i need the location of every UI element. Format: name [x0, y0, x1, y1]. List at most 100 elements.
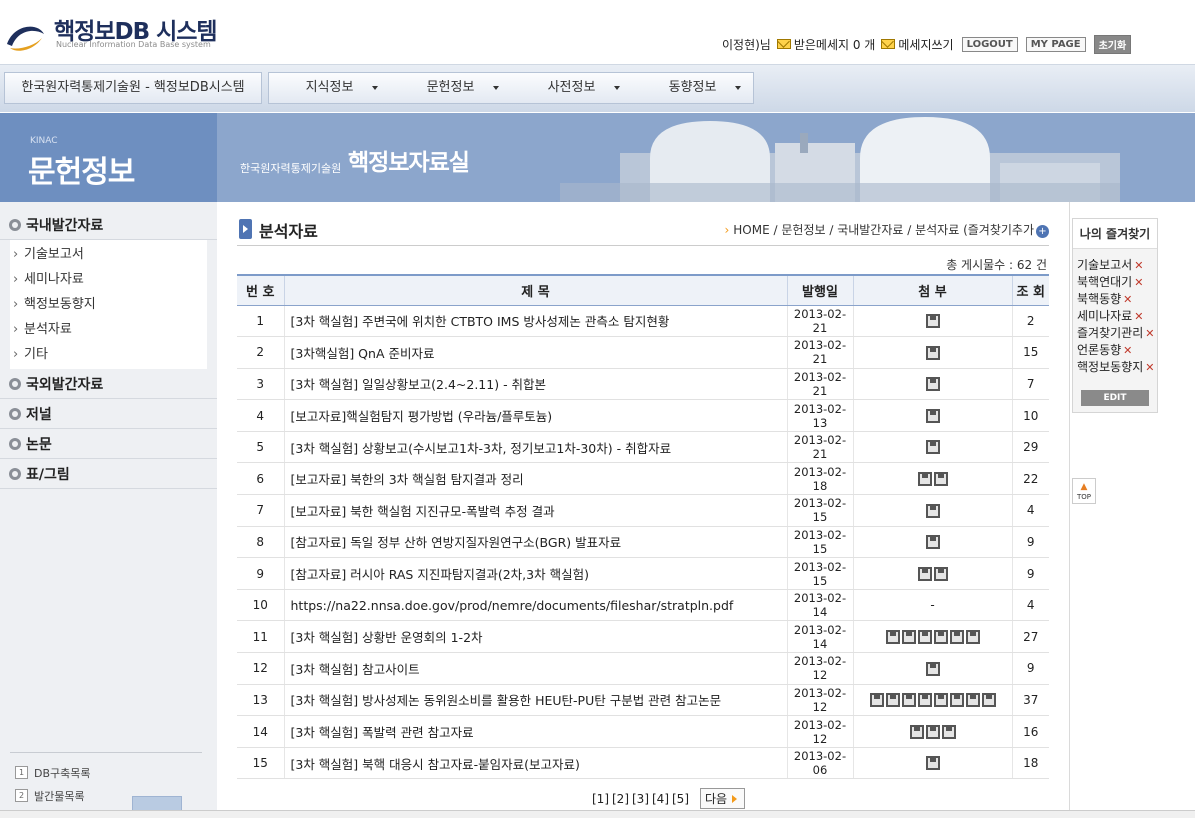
- floppy-disk-icon[interactable]: [965, 629, 980, 644]
- floppy-disk-icon[interactable]: [869, 693, 884, 708]
- write-message-link[interactable]: 메세지쓰기: [898, 36, 953, 53]
- mypage-button[interactable]: MY PAGE: [1025, 36, 1086, 52]
- floppy-disk-icon[interactable]: [925, 377, 940, 392]
- floppy-disk-icon[interactable]: [917, 693, 932, 708]
- row-title[interactable]: [3차 핵실험] 폭발력 관련 참고자료: [283, 715, 787, 748]
- menu-knowledge[interactable]: 지식정보: [269, 73, 390, 103]
- table-row[interactable]: 14 [3차 핵실험] 폭발력 관련 참고자료 2013-02-12 16: [237, 715, 1049, 748]
- table-row[interactable]: 12 [3차 핵실험] 참고사이트 2013-02-12 9: [237, 652, 1049, 685]
- favorite-item[interactable]: 즐겨찾기관리 ✕: [1077, 325, 1155, 342]
- site-name[interactable]: 한국원자력통제기술원 - 핵정보DB시스템: [4, 72, 262, 104]
- table-row[interactable]: 11 [3차 핵실험] 상황반 운영회의 1-2차 2013-02-14 27: [237, 620, 1049, 654]
- table-row[interactable]: 9 [참고자료] 러시아 RAS 지진파탐지결과(2차,3차 핵실험) 2013-0…: [237, 557, 1049, 590]
- delete-icon[interactable]: ✕: [1145, 327, 1154, 340]
- menu-dictionary[interactable]: 사전정보: [511, 73, 632, 103]
- floppy-disk-icon[interactable]: [981, 693, 996, 708]
- menu-trends[interactable]: 동향정보: [632, 73, 753, 103]
- favorite-item[interactable]: 북핵동향 ✕: [1077, 291, 1155, 308]
- floppy-disk-icon[interactable]: [901, 629, 916, 644]
- row-title[interactable]: [보고자료] 북한의 3차 핵실험 탐지결과 정리: [283, 462, 787, 496]
- favorite-item[interactable]: 세미나자료 ✕: [1077, 308, 1155, 325]
- floppy-disk-icon[interactable]: [949, 693, 964, 708]
- db-list-link[interactable]: 1 DB구축목록: [10, 761, 202, 784]
- logout-button[interactable]: LOGOUT: [961, 36, 1018, 52]
- floppy-disk-icon[interactable]: [925, 440, 940, 455]
- received-messages-link[interactable]: 받은메세지 0 개: [794, 36, 876, 53]
- row-attachments[interactable]: [852, 305, 1012, 338]
- row-title[interactable]: [보고자료] 북한 핵실험 지진규모-폭발력 추정 결과: [283, 494, 787, 527]
- page-link[interactable]: [2]: [612, 792, 629, 806]
- row-title[interactable]: [참고자료] 독일 정부 산하 연방지질자원연구소(BGR) 발표자료: [283, 526, 787, 559]
- category-figure[interactable]: 표/그림: [0, 459, 217, 489]
- table-row[interactable]: 7 [보고자료] 북한 핵실험 지진규모-폭발력 추정 결과 2013-02-15 4: [237, 494, 1049, 527]
- add-favorite-icon[interactable]: +: [1036, 225, 1049, 238]
- table-row[interactable]: 4 [보고자료]핵실험탐지 평가방법 (우라늄/플루토늄) 2013-02-13 10: [237, 399, 1049, 432]
- floppy-disk-icon[interactable]: [933, 566, 948, 581]
- table-row[interactable]: 3 [3차 핵실험] 일일상황보고(2.4~2.11) - 취합본 2013-02-…: [237, 368, 1049, 401]
- floppy-disk-icon[interactable]: [925, 724, 940, 739]
- row-title[interactable]: [3차 핵실험] 상황보고(수시보고1차-3차, 정기보고1차-30차) - 취…: [283, 431, 787, 464]
- table-row[interactable]: 8 [참고자료] 독일 정부 산하 연방지질자원연구소(BGR) 발표자료 2013…: [237, 526, 1049, 559]
- table-row[interactable]: 13 [3차 핵실험] 방사성제논 동위원소비를 활용한 HEU탄-PU탄 구분법…: [237, 684, 1049, 717]
- floppy-disk-icon[interactable]: [941, 724, 956, 739]
- menu-literature[interactable]: 문헌정보: [390, 73, 511, 103]
- category-foreign[interactable]: 국외발간자료: [0, 369, 217, 399]
- page-link[interactable]: [3]: [632, 792, 649, 806]
- sub-technical-report[interactable]: 기술보고서: [10, 242, 207, 267]
- row-attachments[interactable]: [852, 399, 1012, 432]
- floppy-disk-icon[interactable]: [925, 756, 940, 771]
- floppy-disk-icon[interactable]: [925, 408, 940, 423]
- row-title[interactable]: [참고자료] 러시아 RAS 지진파탐지결과(2차,3차 핵실험): [283, 557, 787, 590]
- sub-etc[interactable]: 기타: [10, 342, 207, 367]
- floppy-disk-icon[interactable]: [933, 629, 948, 644]
- table-row[interactable]: 15 [3차 핵실험] 북핵 대응시 참고자료-붙임자료(보고자료) 2013-02…: [237, 747, 1049, 780]
- floppy-disk-icon[interactable]: [885, 629, 900, 644]
- favorite-item[interactable]: 북핵연대기 ✕: [1077, 274, 1155, 291]
- page-link[interactable]: [5]: [672, 792, 689, 806]
- floppy-disk-icon[interactable]: [933, 693, 948, 708]
- row-title[interactable]: [3차 핵실험] 북핵 대응시 참고자료-붙임자료(보고자료): [283, 747, 787, 780]
- row-title[interactable]: [3차 핵실험] 상황반 운영회의 1-2차: [283, 620, 787, 654]
- floppy-disk-icon[interactable]: [933, 472, 948, 487]
- favorite-item[interactable]: 핵정보동향지 ✕: [1077, 359, 1155, 376]
- category-journal[interactable]: 저널: [0, 399, 217, 429]
- delete-icon[interactable]: ✕: [1134, 259, 1143, 272]
- row-attachments[interactable]: [852, 368, 1012, 401]
- breadcrumb-text[interactable]: HOME ∕ 문헌정보 ∕ 국내발간자료 ∕ 분석자료 (즐겨찾기추가: [733, 223, 1034, 237]
- delete-icon[interactable]: ✕: [1123, 293, 1132, 306]
- floppy-disk-icon[interactable]: [917, 472, 932, 487]
- floppy-disk-icon[interactable]: [965, 693, 980, 708]
- delete-icon[interactable]: ✕: [1134, 276, 1143, 289]
- row-attachments[interactable]: [852, 684, 1012, 717]
- floppy-disk-icon[interactable]: [925, 345, 940, 360]
- floppy-disk-icon[interactable]: [901, 693, 916, 708]
- row-attachments[interactable]: [852, 431, 1012, 464]
- delete-icon[interactable]: ✕: [1145, 361, 1154, 374]
- floppy-disk-icon[interactable]: [949, 629, 964, 644]
- favorite-item[interactable]: 언론동향 ✕: [1077, 342, 1155, 359]
- row-attachments[interactable]: [852, 557, 1012, 590]
- table-row[interactable]: 10 https://na22.nnsa.doe.gov/prod/nemre/d…: [237, 589, 1049, 622]
- category-domestic[interactable]: 국내발간자료: [0, 210, 217, 240]
- row-title[interactable]: [3차 핵실험] 방사성제논 동위원소비를 활용한 HEU탄-PU탄 구분법 관…: [283, 684, 787, 717]
- delete-icon[interactable]: ✕: [1134, 310, 1143, 323]
- next-page-button[interactable]: 다음: [700, 788, 746, 809]
- row-attachments[interactable]: -: [852, 589, 1012, 622]
- floppy-disk-icon[interactable]: [925, 503, 940, 518]
- category-paper[interactable]: 논문: [0, 429, 217, 459]
- table-row[interactable]: 5 [3차 핵실험] 상황보고(수시보고1차-3차, 정기보고1차-30차) - …: [237, 431, 1049, 464]
- row-title[interactable]: [보고자료]핵실험탐지 평가방법 (우라늄/플루토늄): [283, 399, 787, 432]
- reset-button[interactable]: 초기화: [1093, 34, 1132, 54]
- table-row[interactable]: 2 [3차핵실험] QnA 준비자료 2013-02-21 15: [237, 336, 1049, 369]
- row-title[interactable]: [3차 핵실험] 일일상황보고(2.4~2.11) - 취합본: [283, 368, 787, 401]
- favorite-item[interactable]: 기술보고서 ✕: [1077, 257, 1155, 274]
- row-title[interactable]: https://na22.nnsa.doe.gov/prod/nemre/doc…: [283, 589, 787, 622]
- floppy-disk-icon[interactable]: [925, 535, 940, 550]
- floppy-disk-icon[interactable]: [885, 693, 900, 708]
- sub-seminar[interactable]: 세미나자료: [10, 267, 207, 292]
- page-link[interactable]: [4]: [652, 792, 669, 806]
- row-title[interactable]: [3차 핵실험] 주변국에 위치한 CTBTO IMS 방사성제논 관측소 탐지…: [283, 305, 787, 338]
- floppy-disk-icon[interactable]: [909, 724, 924, 739]
- row-attachments[interactable]: [852, 336, 1012, 369]
- sub-analysis[interactable]: 분석자료: [10, 317, 207, 342]
